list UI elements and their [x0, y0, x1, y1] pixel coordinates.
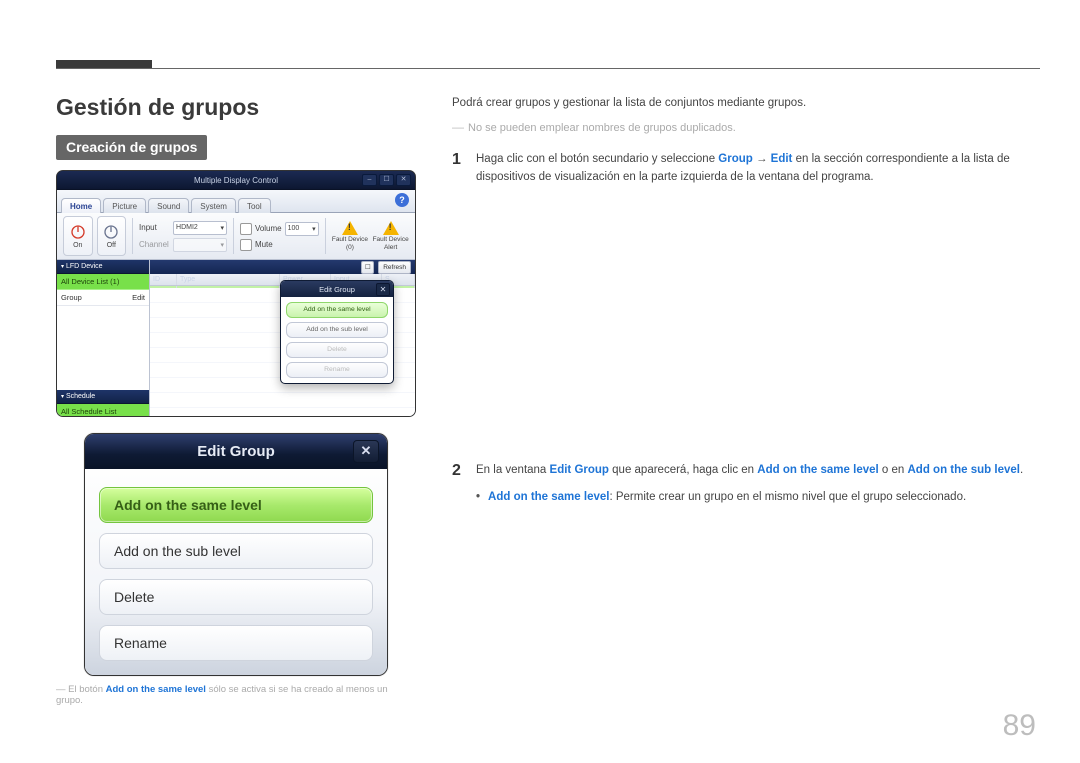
warning-icon [383, 221, 399, 235]
maximize-icon[interactable]: ☐ [379, 174, 394, 186]
volume-label: Volume [255, 224, 282, 233]
sidebar-item-group[interactable]: Group Edit [57, 290, 149, 306]
step-2: 2 En la ventana Edit Group que aparecerá… [452, 461, 1040, 480]
fault-device-count[interactable]: Fault Device(0) [332, 221, 369, 250]
sidebar-edit-link[interactable]: Edit [132, 293, 145, 302]
mute-label: Mute [255, 240, 273, 249]
close-icon[interactable]: ✕ [353, 440, 379, 463]
mdc-window-title: Multiple Display Control [194, 176, 278, 185]
input-label: Input [139, 223, 169, 232]
toolbar-divider [325, 218, 326, 254]
mdc-tabstrip: Home Picture Sound System Tool ? [57, 190, 415, 213]
sidebar-item-all-schedule[interactable]: All Schedule List [57, 404, 149, 417]
add-sub-level-button[interactable]: Add on the sub level [286, 322, 388, 338]
tab-home[interactable]: Home [61, 198, 101, 213]
section-heading: Creación de grupos [56, 135, 207, 160]
edit-group-dialog-small: Edit Group ✕ Add on the same level Add o… [280, 280, 394, 384]
mdc-toolbar: On Off Input HDMI2▾ Channel ▾ [57, 213, 415, 260]
mute-checkbox[interactable] [240, 239, 252, 251]
sidebar-group-label: Group [61, 293, 82, 302]
mdc-main: ☐ Refresh ID Type Power Input S 1 [150, 260, 415, 417]
step-1: 1 Haga clic con el botón secundario y se… [452, 150, 1040, 187]
intro-text: Podrá crear grupos y gestionar la lista … [452, 94, 1040, 112]
th-id[interactable]: ID [150, 274, 177, 285]
screenshot-mdc-window: Multiple Display Control – ☐ ✕ Home Pict… [56, 170, 416, 417]
chevron-down-icon: ▾ [61, 264, 64, 270]
mdc-titlebar: Multiple Display Control – ☐ ✕ [57, 171, 415, 190]
tab-sound[interactable]: Sound [148, 198, 189, 213]
close-icon[interactable]: ✕ [376, 283, 390, 296]
fault-device-alert[interactable]: Fault DeviceAlert [372, 221, 409, 250]
chevron-down-icon: ▾ [221, 241, 225, 249]
add-same-level-button[interactable]: Add on the same level [99, 487, 373, 523]
dialog-titlebar: Edit Group ✕ [281, 281, 393, 297]
sidebar-item-all-devices[interactable]: All Device List (1) [57, 274, 149, 290]
add-same-level-button[interactable]: Add on the same level [286, 302, 388, 318]
select-all-checkbox[interactable]: ☐ [361, 261, 374, 274]
volume-checkbox[interactable] [240, 223, 252, 235]
dialog-title: Edit Group [197, 443, 275, 460]
tab-system[interactable]: System [191, 198, 236, 213]
header-accent-bar [56, 60, 152, 68]
chevron-down-icon: ▾ [312, 225, 316, 233]
page-title: Gestión de grupos [56, 94, 416, 121]
note-text: ―No se pueden emplear nombres de grupos … [452, 118, 1040, 138]
tab-picture[interactable]: Picture [103, 198, 146, 213]
header-rule [56, 68, 1040, 69]
rename-button[interactable]: Rename [99, 625, 373, 661]
step-number: 1 [452, 150, 466, 187]
minimize-icon[interactable]: – [362, 174, 377, 186]
power-on-label: On [73, 242, 82, 249]
power-on-button[interactable]: On [63, 216, 93, 256]
tab-tool[interactable]: Tool [238, 198, 271, 213]
refresh-button[interactable]: Refresh [378, 261, 411, 274]
power-off-button[interactable]: Off [97, 216, 127, 256]
sidebar-header-schedule[interactable]: ▾ Schedule [57, 390, 149, 404]
delete-button[interactable]: Delete [286, 342, 388, 358]
edit-group-dialog-large: Edit Group ✕ Add on the same level Add o… [84, 433, 388, 676]
input-select[interactable]: HDMI2▾ [173, 221, 227, 235]
footnote: ― El botón Add on the same level sólo se… [56, 684, 416, 706]
close-icon[interactable]: ✕ [396, 174, 411, 186]
bullet-add-same-level: • Add on the same level: Permite crear u… [476, 488, 1040, 506]
chevron-down-icon: ▾ [61, 394, 64, 400]
chevron-down-icon: ▾ [221, 224, 225, 232]
power-off-label: Off [107, 242, 116, 249]
page-number: 89 [1003, 709, 1036, 743]
channel-select[interactable]: ▾ [173, 238, 227, 252]
toolbar-divider [132, 218, 133, 254]
help-icon[interactable]: ? [395, 193, 409, 207]
rename-button[interactable]: Rename [286, 362, 388, 378]
mdc-sidebar: ▾ LFD Device All Device List (1) Group E… [57, 260, 150, 417]
channel-label: Channel [139, 240, 169, 249]
add-sub-level-button[interactable]: Add on the sub level [99, 533, 373, 569]
th-type[interactable]: Type [177, 274, 280, 285]
sidebar-header-lfd[interactable]: ▾ LFD Device [57, 260, 149, 274]
delete-button[interactable]: Delete [99, 579, 373, 615]
dialog-title: Edit Group [319, 285, 355, 294]
toolbar-divider [233, 218, 234, 254]
bullet-icon: • [476, 488, 480, 506]
volume-value[interactable]: 100▾ [285, 222, 319, 236]
dialog-titlebar: Edit Group ✕ [85, 434, 387, 469]
warning-icon [342, 221, 358, 235]
step-number: 2 [452, 461, 466, 480]
step-body: Haga clic con el botón secundario y sele… [476, 150, 1040, 187]
step-body: En la ventana Edit Group que aparecerá, … [476, 461, 1040, 480]
